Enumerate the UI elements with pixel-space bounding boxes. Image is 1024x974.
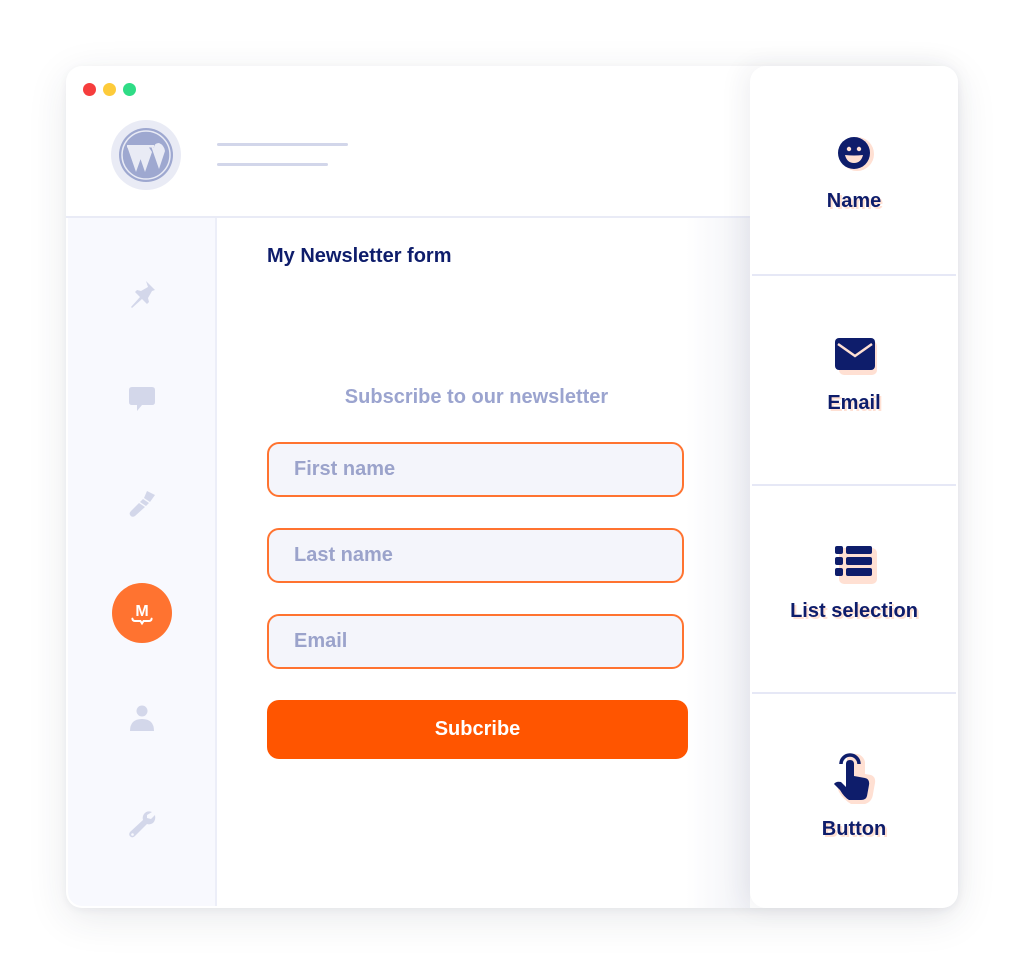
admin-sidebar: M bbox=[68, 218, 217, 906]
smiley-icon bbox=[831, 134, 877, 180]
divider bbox=[752, 274, 956, 276]
list-icon bbox=[831, 544, 877, 590]
header-placeholder-line bbox=[217, 143, 348, 146]
wordpress-logo-icon[interactable] bbox=[111, 120, 181, 190]
header-placeholder-line bbox=[217, 163, 328, 166]
block-button-label: Button bbox=[821, 818, 887, 840]
comment-icon bbox=[128, 387, 155, 411]
sidebar-item-users[interactable] bbox=[68, 702, 215, 734]
block-email[interactable]: Email bbox=[750, 336, 958, 415]
subscribe-button[interactable]: Subcribe bbox=[267, 700, 688, 759]
block-name[interactable]: Name bbox=[750, 134, 958, 213]
pointer-hand-icon bbox=[831, 752, 877, 808]
pin-icon bbox=[130, 281, 155, 308]
form-title[interactable]: My Newsletter form bbox=[267, 245, 452, 268]
admin-header bbox=[66, 66, 750, 218]
panel-shadow bbox=[686, 218, 750, 908]
form-subtitle[interactable]: Subscribe to our newsletter bbox=[217, 386, 736, 409]
sidebar-item-mailpoet[interactable]: M bbox=[68, 583, 215, 643]
sidebar-item-appearance[interactable] bbox=[68, 488, 215, 520]
sidebar-item-posts[interactable] bbox=[68, 278, 215, 310]
sidebar-item-tools[interactable] bbox=[68, 808, 215, 840]
wrench-icon bbox=[128, 811, 155, 838]
email-placeholder: Email bbox=[294, 630, 348, 652]
form-editor: My Newsletter form Subscribe to our news… bbox=[217, 218, 750, 908]
divider bbox=[752, 692, 956, 694]
divider bbox=[752, 484, 956, 486]
block-list-selection-label: List selection bbox=[790, 600, 918, 622]
block-list-selection[interactable]: List selection bbox=[750, 544, 958, 623]
blocks-panel: Name Email List selection Button bbox=[750, 66, 958, 908]
email-field[interactable]: Email bbox=[267, 614, 684, 669]
brush-icon bbox=[129, 491, 155, 517]
block-name-label: Name bbox=[826, 190, 882, 212]
svg-text:M: M bbox=[135, 603, 148, 620]
envelope-icon bbox=[831, 336, 877, 382]
user-icon bbox=[129, 705, 154, 731]
block-button[interactable]: Button bbox=[750, 752, 958, 841]
first-name-placeholder: First name bbox=[294, 458, 396, 480]
last-name-field[interactable]: Last name bbox=[267, 528, 684, 583]
block-email-label: Email bbox=[827, 392, 881, 414]
first-name-field[interactable]: First name bbox=[267, 442, 684, 497]
last-name-placeholder: Last name bbox=[294, 544, 393, 566]
mailpoet-icon: M bbox=[111, 583, 172, 643]
sidebar-item-comments[interactable] bbox=[68, 383, 215, 415]
